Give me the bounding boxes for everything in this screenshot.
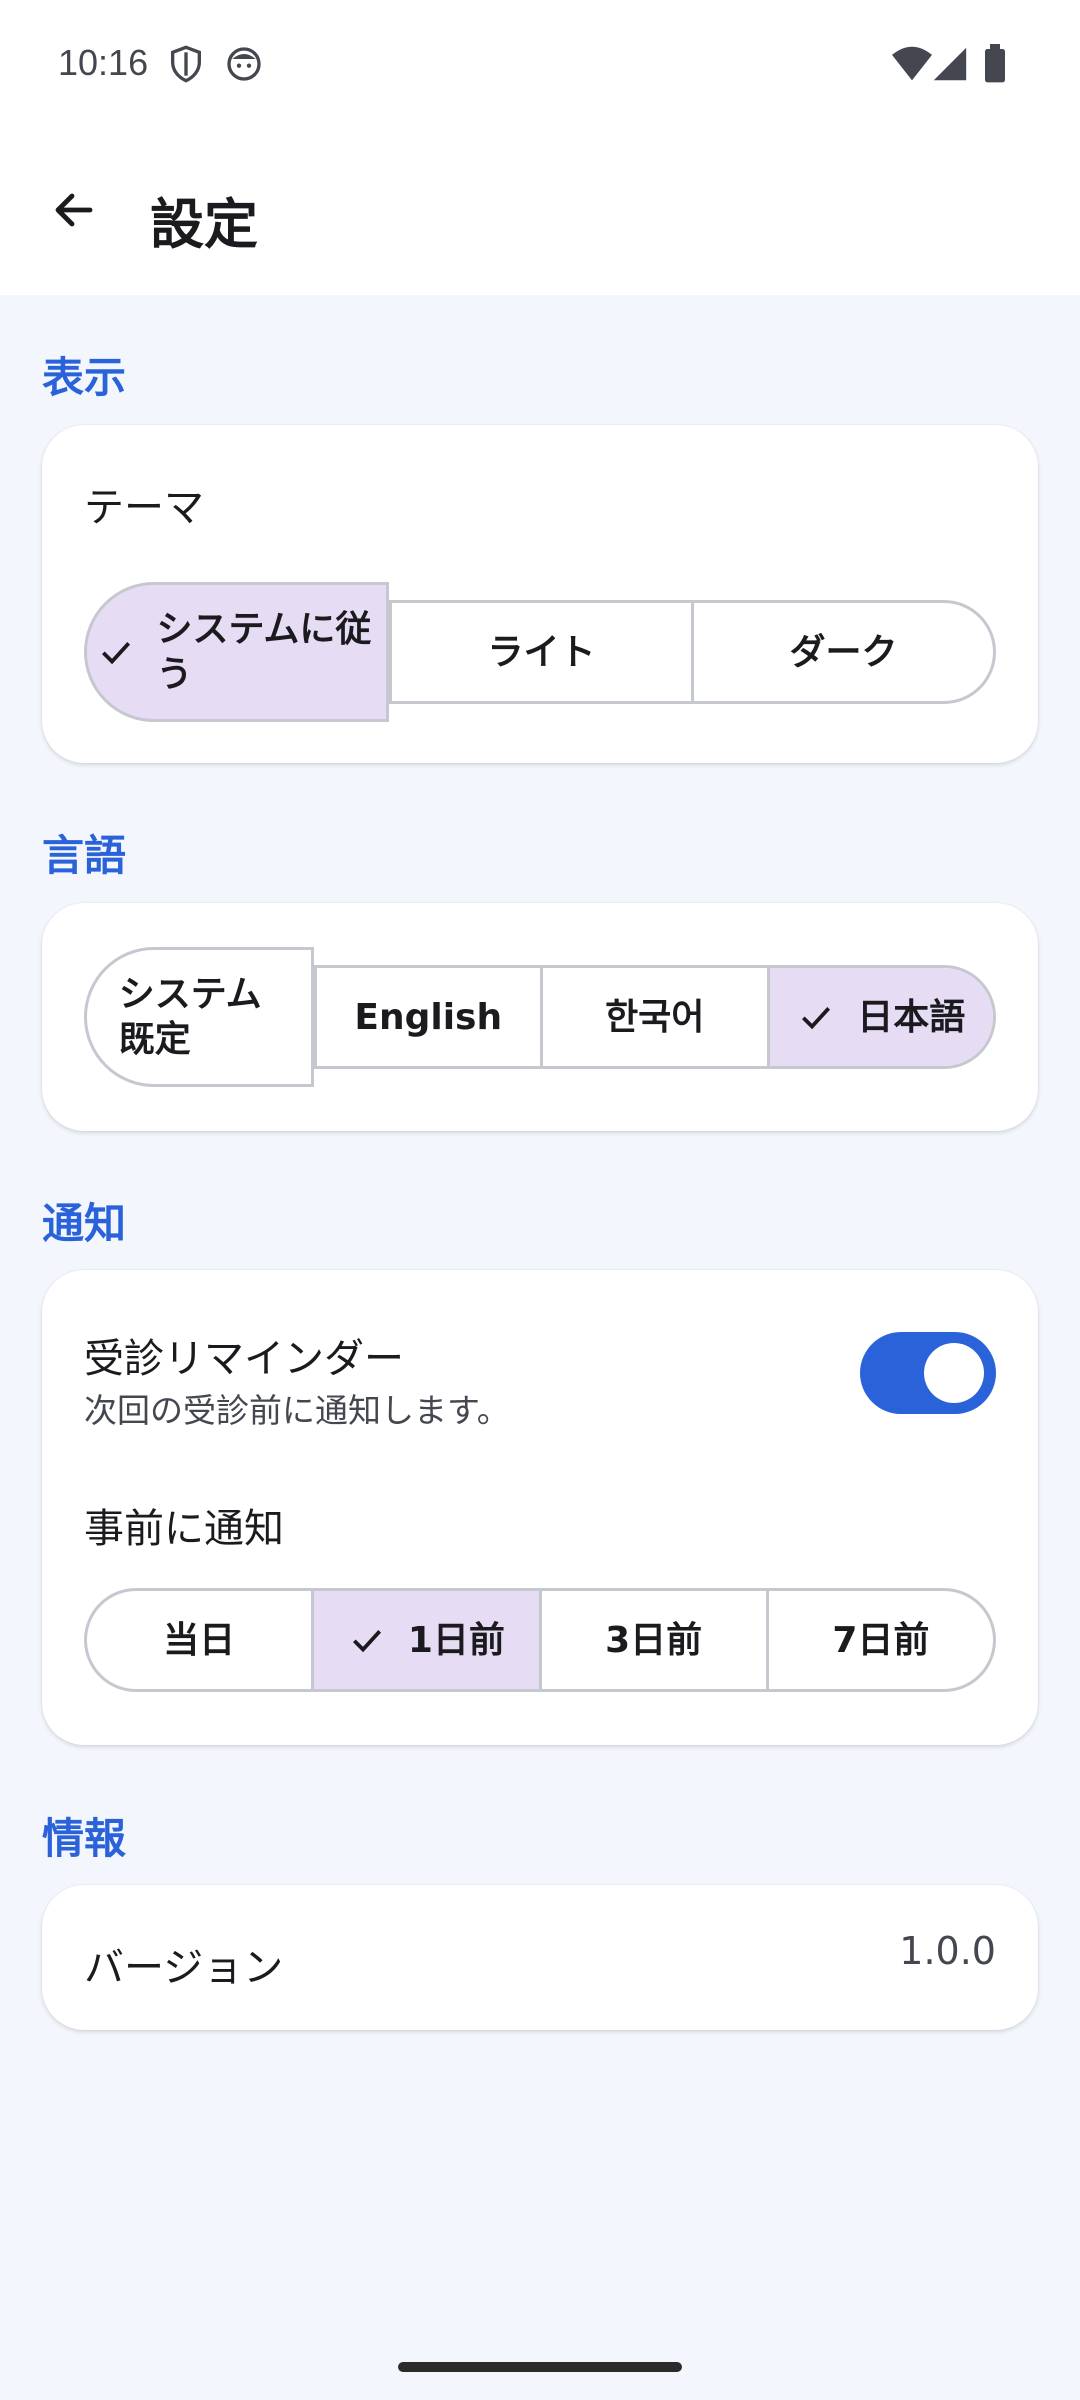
status-bar: 10:16 [0,0,1080,130]
language-option-label: 한국어 [605,996,705,1038]
theme-segmented: システムに従う ライト ダーク [84,582,996,722]
gesture-navigation-bar[interactable] [398,2362,682,2372]
advance-option-7-days[interactable]: 7日前 [765,1591,993,1689]
reminder-description: 次回の受診前に通知します。 [84,1391,510,1430]
back-button[interactable] [34,172,114,252]
theme-option-label: ダーク [789,631,898,673]
section-title-display: 表示 [42,353,127,402]
advance-option-3-days[interactable]: 3日前 [538,1591,766,1689]
language-option-label: システム既定 [118,974,262,1060]
language-option-system[interactable]: システム既定 [84,947,314,1087]
face-icon [224,44,264,84]
page-title: 設定 [150,193,258,256]
theme-label: テーマ [84,485,204,531]
info-card: バージョン 1.0.0 [42,1885,1038,2030]
section-title-language: 言語 [42,831,127,880]
section-title-notify: 通知 [42,1199,127,1248]
theme-card: テーマ システムに従う ライト ダーク [42,425,1038,763]
battery-icon [982,44,1022,84]
signal-icon [932,44,972,84]
advance-notice-segmented: 当日 1日前 3日前 7日前 [84,1588,996,1692]
theme-option-label: ライト [487,631,596,673]
theme-option-system[interactable]: システムに従う [84,582,389,722]
notify-card: 受診リマインダー 次回の受診前に通知します。 事前に通知 当日 1日前 3日前 … [42,1270,1038,1745]
check-icon [797,998,835,1036]
advance-option-label: 1日前 [407,1619,505,1661]
language-option-korean[interactable]: 한국어 [540,968,767,1066]
check-icon [97,633,135,671]
shield-icon [166,44,206,84]
language-card: システム既定 English 한국어 日本語 [42,903,1038,1131]
version-label: バージョン [84,1945,284,1991]
reminder-label: 受診リマインダー [84,1336,404,1382]
advance-option-label: 当日 [163,1619,236,1661]
advance-option-1-day[interactable]: 1日前 [311,1591,539,1689]
advance-option-same-day[interactable]: 当日 [87,1591,311,1689]
theme-option-dark[interactable]: ダーク [691,603,993,701]
check-icon [348,1621,386,1659]
language-segmented: システム既定 English 한국어 日本語 [84,947,996,1087]
section-title-info: 情報 [42,1814,127,1863]
arrow-back-icon [50,186,98,238]
language-option-label: 日本語 [857,996,966,1038]
toggle-knob [924,1343,984,1403]
version-value: 1.0.0 [899,1929,996,1973]
language-option-label: English [354,996,503,1038]
reminder-toggle[interactable] [860,1332,996,1414]
theme-option-label: システムに従う [156,609,372,695]
app-bar: 設定 [0,130,1080,295]
language-option-english[interactable]: English [313,968,541,1066]
wifi-icon [890,44,932,84]
theme-option-light[interactable]: ライト [389,603,691,701]
advance-option-label: 7日前 [832,1619,930,1661]
advance-option-label: 3日前 [605,1619,703,1661]
advance-notice-label: 事前に通知 [84,1506,284,1552]
language-option-japanese[interactable]: 日本語 [766,968,993,1066]
status-time: 10:16 [58,42,149,83]
